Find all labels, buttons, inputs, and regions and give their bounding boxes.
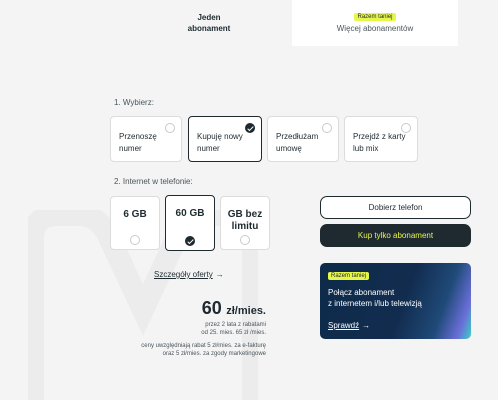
option-port-number-line2: numer (119, 144, 142, 153)
buy-plan-only-button[interactable]: Kup tylko abonament (320, 224, 471, 247)
promo-check-link[interactable]: Sprawdź → (328, 321, 370, 330)
option-6gb[interactable]: 6 GB (110, 196, 160, 250)
offer-tabs: Jeden abonament Razem taniej Więcej abon… (126, 0, 458, 46)
radio-icon (240, 235, 250, 245)
choose-phone-button[interactable]: Dobierz telefon (320, 196, 471, 219)
price-note-discount: przez 2 lata z rabatami od 25. mies. 65 … (201, 321, 266, 337)
promo-text: Połącz abonament z internetem i/lub tele… (328, 287, 422, 309)
price-unit: zł/mies. (226, 305, 266, 317)
offer-details-link[interactable]: Szczegóły oferty → (154, 270, 224, 279)
step1-label: 1. Wybierz: (114, 98, 154, 107)
option-unlimited-gb[interactable]: GB bez limitu (220, 196, 270, 250)
tab-single-plan-line1: Jeden (197, 13, 221, 22)
option-switch-from-card[interactable]: Przejdź z karty lub mix (344, 116, 418, 162)
promo-check-link-label: Sprawdź (328, 321, 360, 330)
option-extend-contract-line2: umowę (276, 144, 302, 153)
option-unlimited-gb-line1: GB bez (227, 209, 263, 220)
radio-icon (165, 123, 175, 133)
tab-more-plans-label: Więcej abonamentów (336, 24, 414, 33)
option-new-number[interactable]: Kupuję nowy numer (188, 116, 262, 162)
promo-line2: z internetem i/lub telewizją (328, 299, 422, 308)
option-new-number-line1: Kupuję nowy (197, 132, 243, 141)
option-port-number-line1: Przenoszę (119, 132, 157, 141)
radio-icon (322, 123, 332, 133)
option-port-number-label: Przenoszę numer (119, 131, 157, 155)
tab-more-plans[interactable]: Razem taniej Więcej abonamentów (292, 0, 458, 46)
price: 60 zł/mies. (202, 298, 266, 319)
option-unlimited-gb-label: GB bez limitu (221, 209, 269, 233)
radio-icon (130, 235, 140, 245)
option-switch-from-card-line2: lub mix (353, 144, 379, 153)
bundle-promo-card: Razem taniej Połącz abonament z internet… (320, 263, 471, 339)
tab-more-plans-badge: Razem taniej (354, 13, 396, 21)
price-note-conditions: ceny uwzględniają rabat 5 zł/mies. za e-… (141, 342, 266, 358)
price-note-line1: przez 2 lata z rabatami (205, 322, 266, 328)
option-new-number-line2: numer (197, 144, 220, 153)
offer-details-link-label: Szczegóły oferty (154, 270, 213, 279)
radio-icon (401, 123, 411, 133)
option-switch-from-card-line1: Przejdź z karty (353, 132, 406, 141)
price-note-line2: od 25. mies. 65 zł /mies. (201, 330, 266, 336)
option-extend-contract-label: Przedłużam umowę (276, 131, 318, 155)
option-extend-contract[interactable]: Przedłużam umowę (267, 116, 339, 162)
price-note-line3: ceny uwzględniają rabat 5 zł/mies. za e-… (141, 343, 266, 349)
option-unlimited-gb-line2: limitu (231, 221, 259, 232)
promo-badge: Razem taniej (328, 272, 370, 280)
option-6gb-label: 6 GB (123, 209, 147, 220)
option-60gb[interactable]: 60 GB (165, 195, 215, 251)
option-extend-contract-line1: Przedłużam (276, 132, 319, 141)
price-note-line4: oraz 5 zł/mies. za zgody marketingowe (162, 351, 266, 357)
tab-single-plan-line2: abonament (187, 24, 231, 33)
arrow-right-icon: → (362, 321, 371, 330)
arrow-right-icon: → (215, 270, 224, 279)
promo-line1: Połącz abonament (328, 288, 395, 297)
option-switch-from-card-label: Przejdź z karty lub mix (353, 131, 405, 155)
price-amount: 60 (201, 298, 222, 318)
option-new-number-label: Kupuję nowy numer (197, 131, 243, 155)
step2-label: 2. Internet w telefonie: (114, 177, 193, 186)
check-icon (245, 123, 255, 133)
tab-single-plan[interactable]: Jeden abonament (126, 0, 292, 46)
option-60gb-label: 60 GB (175, 208, 205, 219)
option-port-number[interactable]: Przenoszę numer (110, 116, 182, 162)
check-icon (185, 236, 195, 246)
